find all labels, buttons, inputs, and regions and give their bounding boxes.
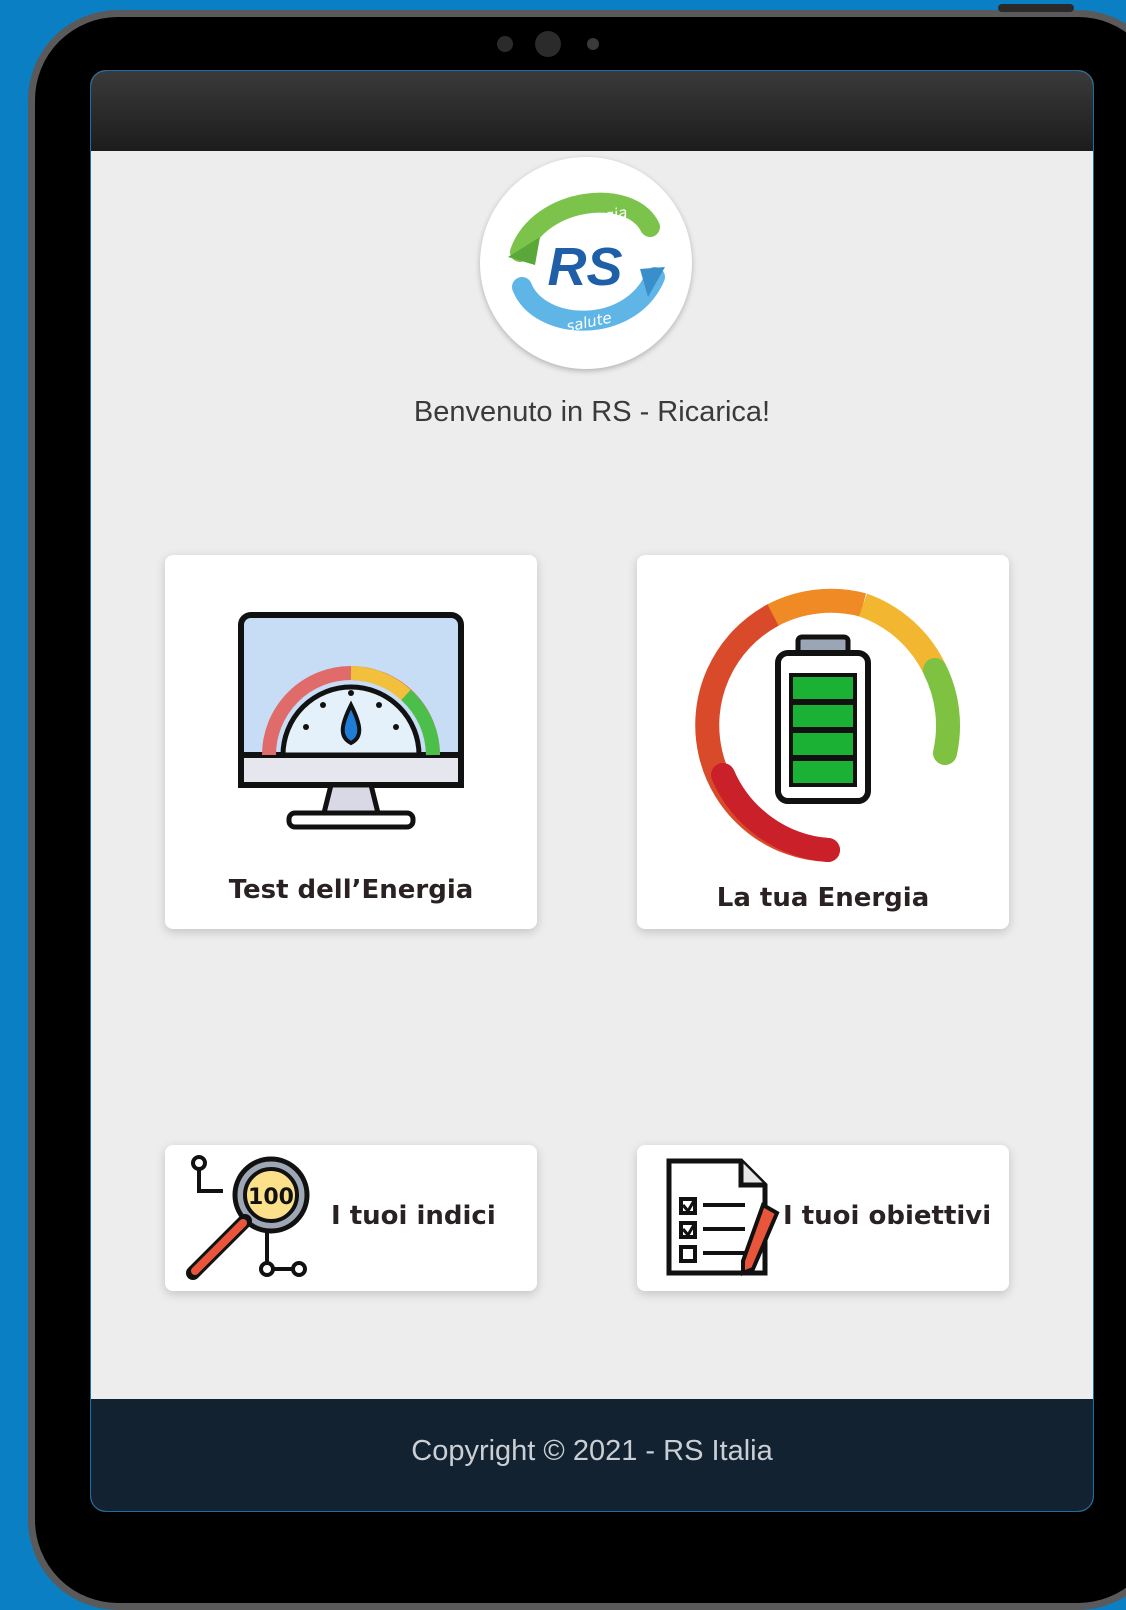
- checklist-pencil-icon: [666, 1158, 780, 1276]
- battery-gauge-icon: [695, 588, 961, 862]
- tuoi-indici-card[interactable]: 100 I tuoi indici: [165, 1145, 537, 1291]
- magnifier-100-icon: 100: [186, 1155, 310, 1280]
- svg-text:100: 100: [248, 1185, 294, 1210]
- tuoi-obiettivi-card[interactable]: I tuoi obiettivi: [637, 1145, 1009, 1291]
- camera-sensor-icon: [497, 36, 513, 52]
- tuoi-obiettivi-label: I tuoi obiettivi: [783, 1201, 992, 1231]
- monitor-speedometer-icon: [238, 612, 464, 830]
- tablet-side-button: [998, 4, 1074, 12]
- top-bar: [91, 71, 1093, 151]
- footer: Copyright © 2021 - RS Italia: [91, 1399, 1093, 1511]
- rs-logo-icon: RS energia salute: [508, 192, 665, 336]
- test-energia-label: Test dell’Energia: [228, 875, 474, 905]
- tua-energia-card[interactable]: La tua Energia: [637, 555, 1009, 929]
- rs-logo: RS energia salute: [480, 157, 692, 369]
- tuoi-indici-label: I tuoi indici: [331, 1201, 496, 1231]
- camera-lens-icon: [535, 31, 561, 57]
- tua-energia-label: La tua Energia: [716, 883, 930, 913]
- app-screen: RS energia salute Benvenuto in RS - Rica…: [90, 70, 1094, 1512]
- test-energia-card[interactable]: Test dell’Energia: [165, 555, 537, 929]
- welcome-text: Benvenuto in RS - Ricarica!: [413, 396, 771, 428]
- copyright-text: Copyright © 2021 - RS Italia: [411, 1435, 773, 1467]
- camera-dot-icon: [587, 38, 599, 50]
- svg-text:RS: RS: [547, 237, 622, 297]
